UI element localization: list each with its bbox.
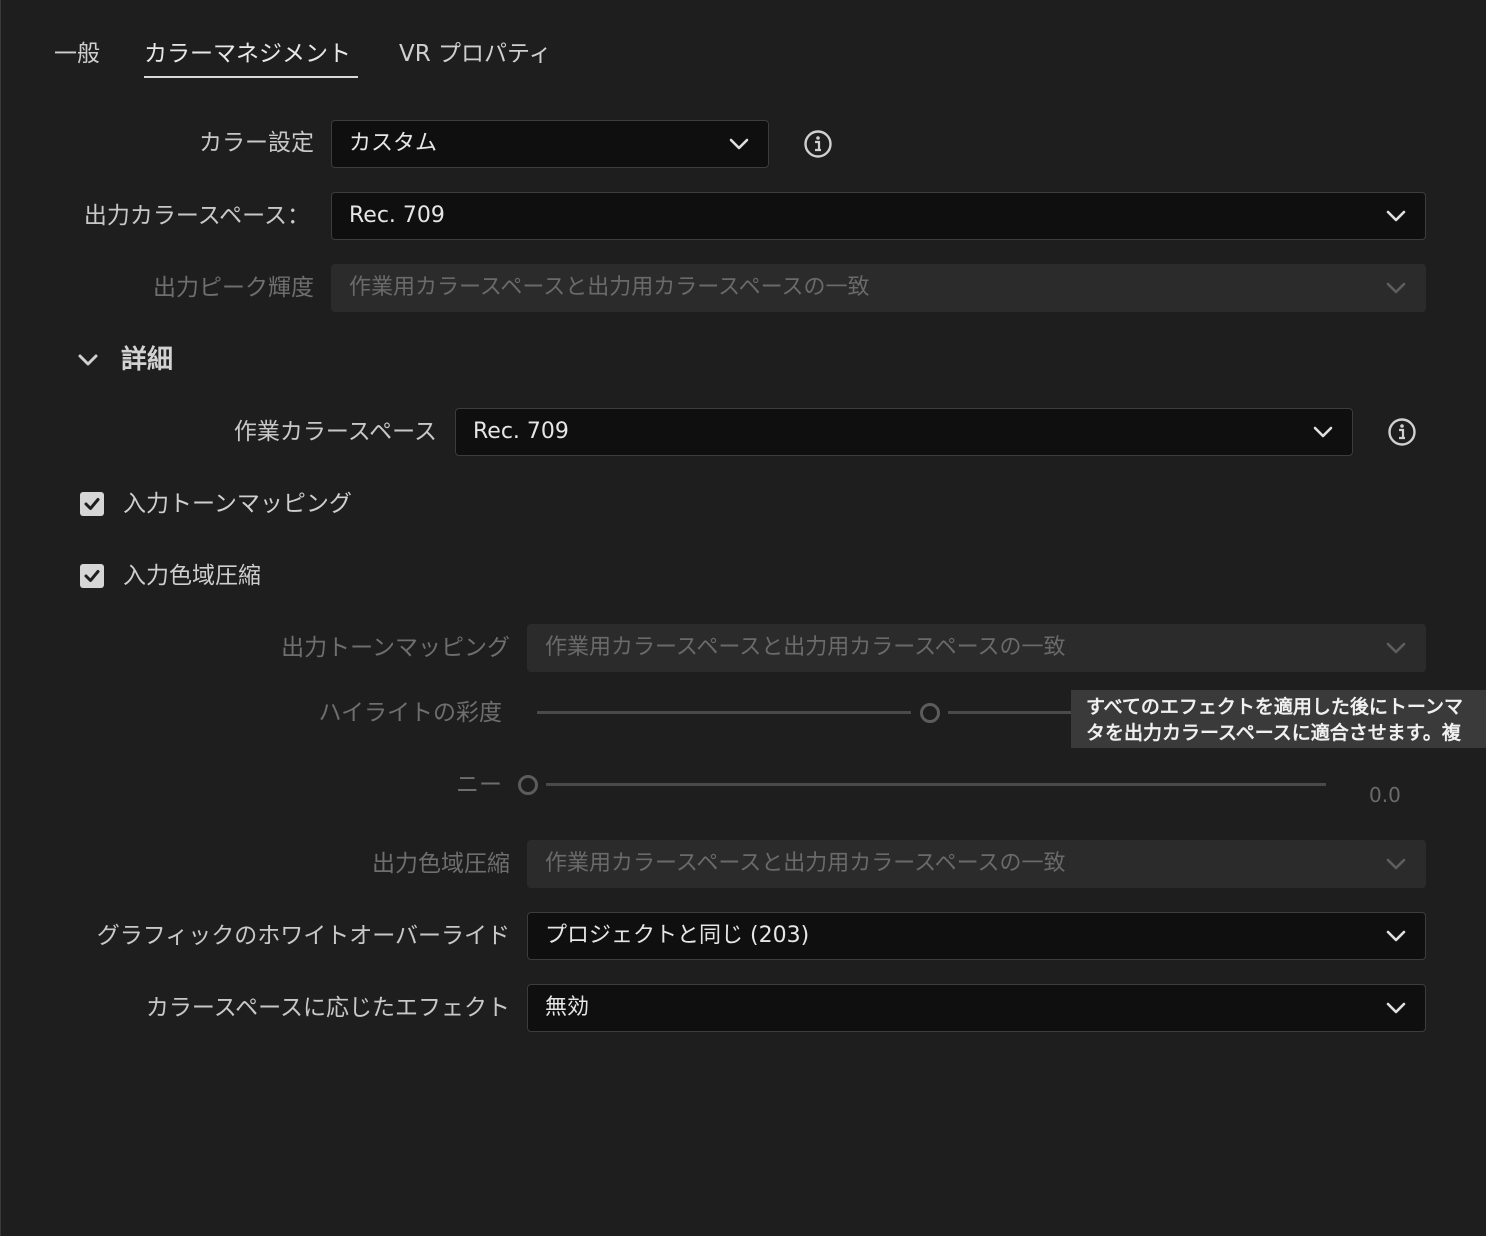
highlight-saturation-track-left[interactable]	[537, 711, 911, 714]
color-space-aware-effects-label: カラースペースに応じたエフェクト	[145, 995, 510, 1021]
window-left-border	[0, 0, 1, 1236]
color-settings-label: カラー設定	[199, 130, 314, 156]
checkmark-icon	[84, 570, 100, 582]
graphics-white-override-value: プロジェクトと同じ (203)	[545, 923, 810, 948]
highlight-saturation-track-right[interactable]	[948, 711, 1078, 714]
active-tab-indicator	[144, 76, 358, 78]
highlight-saturation-label: ハイライトの彩度	[318, 700, 502, 726]
input-tone-mapping-label[interactable]: 入力トーンマッピング	[123, 489, 352, 519]
graphics-white-override-label: グラフィックのホワイトオーバーライド	[96, 923, 510, 949]
knee-slider-track[interactable]	[546, 783, 1326, 786]
output-color-space-dropdown[interactable]: Rec. 709	[331, 192, 1426, 240]
knee-label: ニー	[456, 772, 502, 798]
input-tone-mapping-checkbox[interactable]	[80, 492, 104, 516]
output-tone-mapping-label: 出力トーンマッピング	[281, 635, 510, 661]
output-gamut-compression-dropdown: 作業用カラースペースと出力用カラースペースの一致	[527, 840, 1426, 888]
color-space-aware-effects-value: 無効	[545, 995, 590, 1020]
chevron-down-icon	[1386, 858, 1406, 870]
working-color-space-dropdown[interactable]: Rec. 709	[455, 408, 1353, 456]
working-color-space-value: Rec. 709	[473, 419, 569, 444]
info-icon[interactable]	[1387, 417, 1417, 447]
section-collapse-chevron-icon[interactable]	[76, 348, 100, 372]
chevron-down-icon	[1386, 642, 1406, 654]
chevron-down-icon	[1386, 282, 1406, 294]
output-tone-mapping-value: 作業用カラースペースと出力用カラースペースの一致	[545, 635, 1066, 660]
output-color-space-label: 出力カラースペース：	[83, 203, 310, 229]
output-tone-mapping-dropdown: 作業用カラースペースと出力用カラースペースの一致	[527, 624, 1426, 672]
output-gamut-compression-label: 出力色域圧縮	[372, 851, 510, 877]
output-peak-luminance-dropdown: 作業用カラースペースと出力用カラースペースの一致	[331, 264, 1426, 312]
tab-color-management[interactable]: カラーマネジメント	[144, 38, 351, 70]
details-section-title[interactable]: 詳細	[121, 343, 173, 377]
highlight-saturation-thumb[interactable]	[920, 703, 940, 723]
output-color-space-value: Rec. 709	[349, 203, 445, 228]
input-gamut-compression-label[interactable]: 入力色域圧縮	[123, 561, 261, 591]
chevron-down-icon	[1386, 1002, 1406, 1014]
chevron-down-icon	[1313, 426, 1333, 438]
tab-vr-properties[interactable]: VR プロパティ	[399, 38, 552, 70]
tooltip-line-2: タを出力カラースペースに適合させます。複	[1086, 722, 1461, 744]
color-settings-value: カスタム	[349, 131, 438, 156]
checkmark-icon	[84, 498, 100, 510]
input-gamut-compression-checkbox[interactable]	[80, 564, 104, 588]
tab-general[interactable]: 一般	[54, 38, 100, 70]
chevron-down-icon	[1386, 210, 1406, 222]
output-peak-luminance-value: 作業用カラースペースと出力用カラースペースの一致	[349, 275, 870, 300]
output-gamut-compression-value: 作業用カラースペースと出力用カラースペースの一致	[545, 851, 1066, 876]
color-space-aware-effects-dropdown[interactable]: 無効	[527, 984, 1426, 1032]
color-settings-dropdown[interactable]: カスタム	[331, 120, 769, 168]
output-peak-luminance-label: 出力ピーク輝度	[153, 275, 314, 301]
chevron-down-icon	[1386, 930, 1406, 942]
info-icon[interactable]	[803, 129, 833, 159]
working-color-space-label: 作業カラースペース	[233, 419, 437, 445]
graphics-white-override-dropdown[interactable]: プロジェクトと同じ (203)	[527, 912, 1426, 960]
knee-slider-thumb[interactable]	[518, 775, 538, 795]
knee-value[interactable]: 0.0	[1369, 782, 1401, 808]
chevron-down-icon	[729, 138, 749, 150]
tooltip-line-1: すべてのエフェクトを適用した後にトーンマ	[1086, 696, 1463, 718]
tooltip: すべてのエフェクトを適用した後にトーンマ タを出力カラースペースに適合させます。…	[1071, 690, 1486, 748]
